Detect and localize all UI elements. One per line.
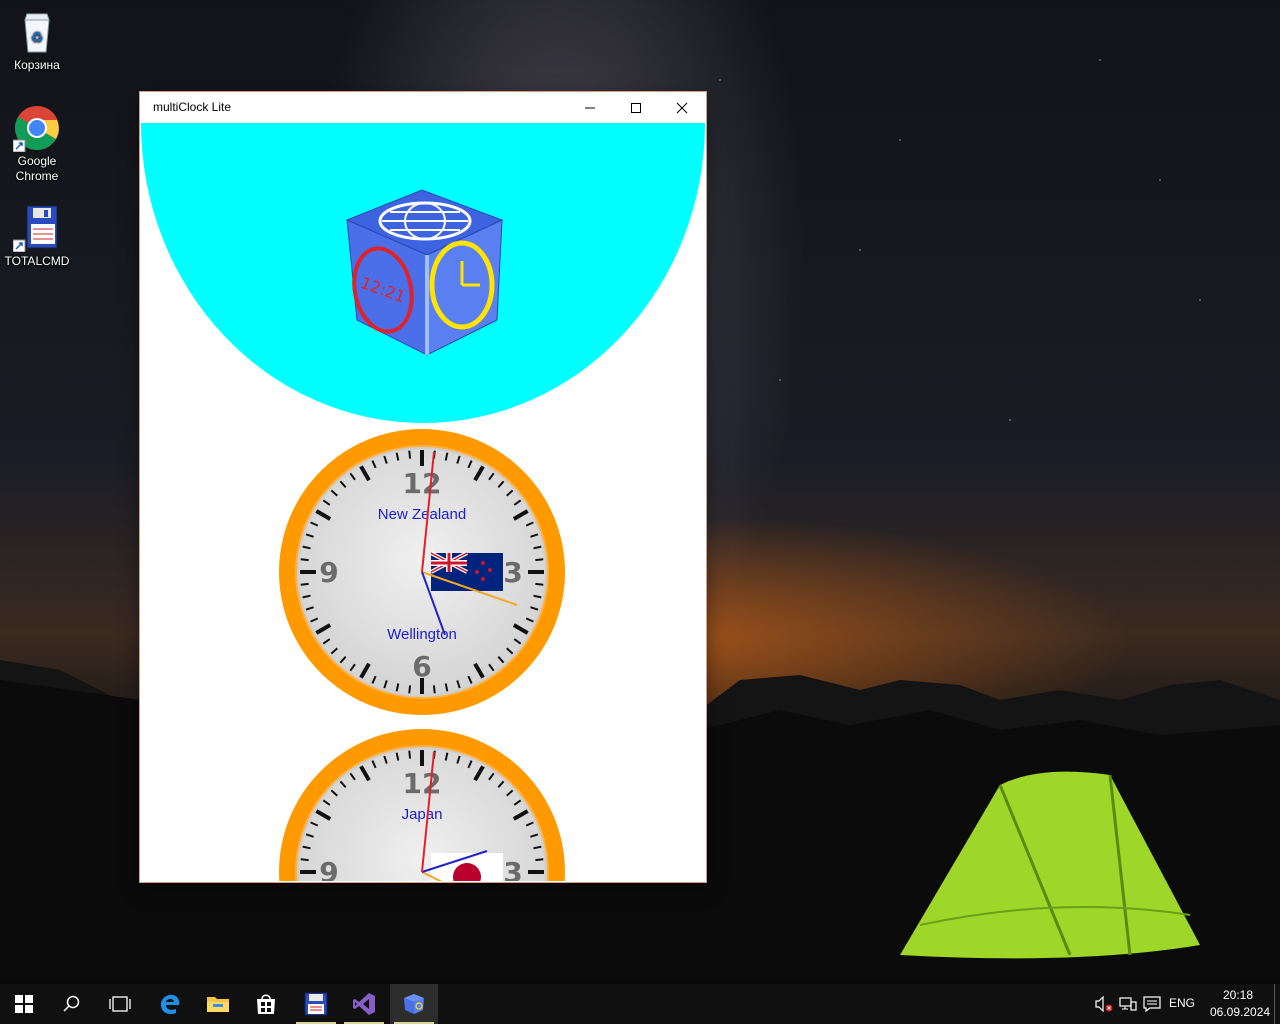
numeral-6: 6 [412,650,431,683]
wallpaper-tent [900,771,1200,959]
numeral-12: 12 [403,767,442,800]
store-icon [257,994,275,1014]
taskbar-clock-date[interactable]: 06.09.2024 [1210,1005,1270,1019]
desktop-icon-recycle-bin[interactable]: ♻ Корзина [0,8,74,73]
clock-list[interactable]: 12:21 12 3 6 9 New Zealand Wellington 12… [141,123,705,881]
visual-studio-button[interactable] [340,984,388,1024]
desktop-icon-label: Google Chrome [15,154,59,183]
network-tray-button[interactable] [1116,984,1140,1024]
svg-text:♻: ♻ [31,30,44,46]
clock-country-label: New Zealand [378,506,466,523]
numeral-12: 12 [403,467,442,500]
desktop-icon-label: TOTALCMD [4,254,70,268]
numeral-9: 9 [319,556,338,589]
multiclock-window: multiClock Lite 12:21 12 3 6 9 New Zeala… [140,92,706,882]
edge-button[interactable] [146,984,194,1024]
numeral-3: 3 [503,856,522,881]
new-zealand-flag [430,551,503,591]
clock-country-label: Japan [402,806,443,823]
totalcmd-floppy-icon [12,204,61,253]
desktop-icon-google-chrome[interactable]: Google Chrome [0,104,74,184]
clock-tick [432,685,436,694]
task-view-icon [109,996,131,1012]
totalcmd-icon [304,992,328,1016]
search-icon [63,995,80,1012]
clock-city-label: Wellington [387,626,457,643]
network-icon [1119,997,1137,1011]
multiclock-logo-cube: 12:21 [345,189,504,356]
start-button[interactable] [0,984,48,1024]
maximize-icon [631,102,641,113]
file-explorer-icon [207,997,229,1012]
clock-japan[interactable]: 12 3 9 Japan [277,727,567,881]
totalcmd-taskbar-button[interactable] [292,984,340,1024]
clock-new-zealand[interactable]: 12 3 6 9 New Zealand Wellington [277,427,567,717]
clock-tick [300,558,309,562]
visual-studio-icon [353,993,375,1015]
clock-tick [408,750,412,759]
close-icon [676,102,688,113]
clock-tick [535,558,544,562]
start-icon [15,995,33,1013]
edge-icon [161,994,180,1015]
taskbar-clock-time[interactable]: 20:18 [1223,988,1253,1002]
action-center-icon [1143,996,1161,1012]
store-button[interactable] [242,984,290,1024]
clock-tick [535,858,544,862]
notifications-tray-button[interactable] [1140,984,1164,1024]
desktop-icon-label: Корзина [14,58,60,72]
taskbar: ENG 20:18 06.09.2024 [0,984,1280,1024]
recycle-bin-icon: ♻ [13,8,61,56]
multiclock-taskbar-button[interactable] [390,984,438,1024]
close-button[interactable] [659,92,705,123]
volume-tray-button[interactable] [1092,984,1116,1024]
title-bar[interactable]: multiClock Lite [140,92,706,123]
clock-tick [408,450,412,459]
clock-tick [300,582,309,586]
volume-muted-icon [1095,996,1113,1012]
clock-tick [300,858,309,862]
minimize-button[interactable] [567,92,613,123]
search-button[interactable] [48,984,96,1024]
clock-tick [408,685,412,694]
chrome-icon [12,104,61,153]
maximize-button[interactable] [613,92,659,123]
minimize-icon [585,107,595,108]
multiclock-icon [404,994,424,1014]
clock-tick [535,582,544,586]
task-view-button[interactable] [96,984,144,1024]
numeral-3: 3 [503,556,522,589]
show-desktop-button[interactable] [1274,984,1280,1024]
desktop-icon-totalcmd[interactable]: TOTALCMD [0,204,74,269]
numeral-9: 9 [319,856,338,881]
language-indicator[interactable]: ENG [1169,996,1195,1010]
file-explorer-button[interactable] [194,984,242,1024]
window-title: multiClock Lite [153,100,232,114]
